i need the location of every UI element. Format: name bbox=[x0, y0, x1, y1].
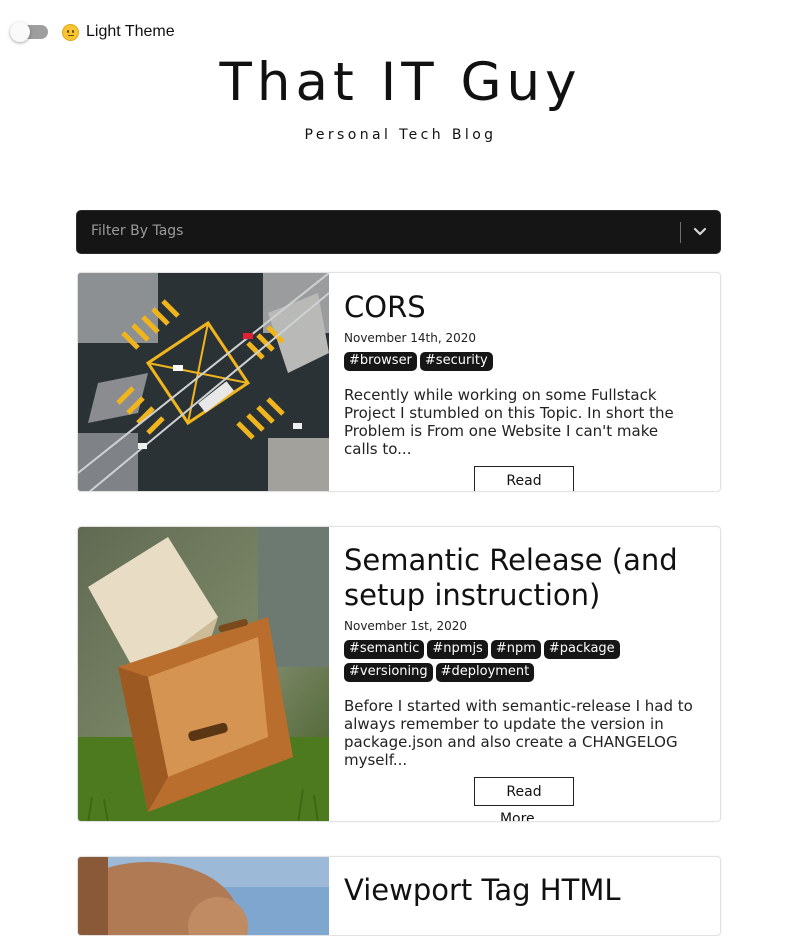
read-more-button[interactable]: Read More... bbox=[474, 466, 574, 491]
site-subtitle: Personal Tech Blog bbox=[304, 127, 497, 143]
site-title[interactable]: That IT Guy bbox=[0, 52, 801, 113]
post-tags: #browser #security bbox=[344, 352, 704, 371]
wooden-crate-on-grass-image[interactable] bbox=[78, 527, 329, 821]
read-more-button[interactable]: Read More... bbox=[474, 777, 574, 821]
tag-deployment[interactable]: #deployment bbox=[435, 663, 535, 682]
chevron-down-icon[interactable] bbox=[689, 221, 711, 243]
filter-placeholder: Filter By Tags bbox=[91, 223, 184, 239]
tag-versioning[interactable]: #versioning bbox=[344, 663, 433, 682]
smiling-face-icon bbox=[62, 23, 79, 41]
tag-security[interactable]: #security bbox=[419, 352, 493, 371]
post-body: Semantic Release (and setup instruction)… bbox=[344, 543, 704, 821]
aerial-crosswalk-intersection-image[interactable] bbox=[78, 273, 329, 491]
tag-semantic[interactable]: #semantic bbox=[344, 640, 425, 659]
post-excerpt: Recently while working on some Fullstack… bbox=[344, 386, 674, 458]
post-title[interactable]: Semantic Release (and setup instruction) bbox=[344, 543, 704, 613]
post-card: Semantic Release (and setup instruction)… bbox=[77, 526, 721, 822]
post-card: CORS November 14th, 2020 #browser #secur… bbox=[77, 272, 721, 492]
post-tags: #semantic #npmjs #npm #package #versioni… bbox=[344, 640, 704, 682]
post-body: CORS November 14th, 2020 #browser #secur… bbox=[344, 290, 704, 491]
post-date: November 1st, 2020 bbox=[344, 619, 467, 633]
filter-separator bbox=[680, 222, 681, 243]
tag-browser[interactable]: #browser bbox=[344, 352, 417, 371]
tag-package[interactable]: #package bbox=[543, 640, 620, 659]
post-card: Viewport Tag HTML bbox=[77, 856, 721, 936]
post-body: Viewport Tag HTML bbox=[344, 873, 704, 908]
post-title[interactable]: CORS bbox=[344, 290, 704, 325]
tag-npm[interactable]: #npm bbox=[490, 640, 541, 659]
filter-by-tags-select[interactable]: Filter By Tags bbox=[76, 210, 721, 254]
theme-toggle[interactable]: Light Theme bbox=[10, 21, 175, 43]
post-excerpt: Before I started with semantic-release I… bbox=[344, 697, 693, 769]
post-date: November 14th, 2020 bbox=[344, 331, 476, 345]
theme-label: Light Theme bbox=[86, 23, 175, 40]
tag-npmjs[interactable]: #npmjs bbox=[427, 640, 488, 659]
theme-switch[interactable] bbox=[10, 22, 48, 42]
theme-switch-knob[interactable] bbox=[10, 22, 30, 42]
post-title[interactable]: Viewport Tag HTML bbox=[344, 873, 704, 908]
hand-holding-phone-image[interactable] bbox=[78, 857, 329, 935]
